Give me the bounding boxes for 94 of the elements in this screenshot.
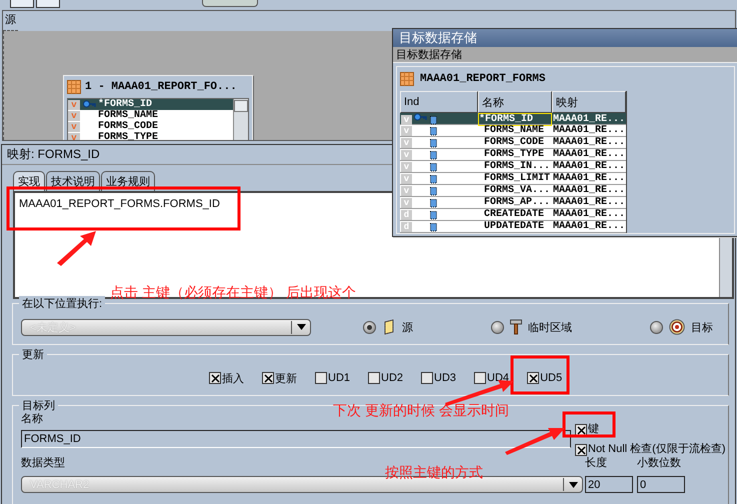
caret-icon — [296, 324, 306, 330]
table-cell: MAAA01_RE... — [552, 137, 626, 148]
cross-mark-icon — [264, 374, 272, 382]
checkbox[interactable] — [421, 372, 434, 384]
checkbox[interactable] — [209, 372, 221, 384]
radio-label: 目标 — [691, 320, 713, 334]
annotation-text: 下次 更新的时候 会显示时间 — [333, 402, 509, 420]
table-cell: *FORMS_ID — [478, 113, 552, 126]
cross-mark-icon — [576, 426, 586, 434]
scale-field[interactable]: 0 — [637, 476, 685, 493]
target-datastore-dialog[interactable] — [392, 28, 737, 237]
panel-title: 映射: FORMS_ID — [7, 146, 100, 163]
radio-button[interactable] — [363, 320, 376, 334]
datastore-icon — [382, 319, 396, 335]
cross-mark-icon — [576, 446, 586, 454]
datastore-title: 1 - MAAA01_REPORT_FO... — [85, 81, 237, 93]
cross-mark-icon — [210, 374, 220, 382]
group-label: 在以下位置执行: — [19, 296, 106, 311]
group-label: 更新 — [19, 347, 47, 362]
group-label: 目标列 — [19, 398, 58, 413]
column-header[interactable]: Ind — [400, 91, 478, 113]
table-cell-text: FORMS_LIMIT — [483, 173, 552, 184]
column-header[interactable]: 映射 — [552, 91, 626, 113]
highlight-box — [510, 356, 570, 394]
table-icon — [400, 72, 414, 86]
key-icon — [414, 113, 427, 122]
length-field[interactable]: 20 — [585, 476, 633, 493]
highlight-box — [562, 412, 616, 438]
table-cell-text: FORMS_TYPE — [483, 149, 546, 160]
checkbox[interactable] — [368, 372, 380, 384]
source-datastore-window[interactable]: 1 - MAAA01_REPORT_FO... v *FORMS_ID v FORMS_NAME v FORMS_CODE v FORMS_TYPE — [63, 75, 253, 140]
checkbox[interactable] — [262, 372, 274, 384]
table-cell: MAAA01_RE... — [552, 161, 626, 172]
radio-button[interactable] — [491, 320, 504, 334]
field-label: 长度 — [585, 456, 607, 470]
table-cell: MAAA01_RE... — [552, 221, 626, 232]
datastore-title: MAAA01_REPORT_FORMS — [420, 73, 546, 85]
field-label: 数据类型 — [21, 456, 65, 470]
annotation-arrow — [505, 428, 565, 455]
annotation-arrow — [57, 231, 96, 266]
checkbox-label: UD3 — [434, 372, 456, 384]
checkbox-label: 更新 — [275, 372, 297, 386]
toolbar-button[interactable] — [202, 0, 258, 7]
column-header[interactable]: 名称 — [478, 91, 552, 113]
hammer-icon — [510, 319, 522, 335]
table-cell: MAAA01_RE... — [552, 209, 626, 220]
type-indicator: v — [68, 110, 80, 120]
radio-button[interactable] — [650, 320, 663, 334]
table-cell: MAAA01_RE... — [552, 125, 626, 136]
key-icon — [82, 100, 96, 109]
radio-label: 临时区域 — [528, 320, 572, 334]
checkbox-label: 键 — [588, 422, 599, 436]
table-cell: MAAA01_RE... — [552, 173, 626, 184]
column-row[interactable]: v FORMS_CODE — [68, 121, 233, 132]
table-cell-text: FORMS_IN... — [483, 161, 552, 172]
type-indicator: v — [68, 132, 80, 140]
checkbox-label: 插入 — [222, 372, 244, 386]
table-cell-text: CREATEDATE — [483, 209, 546, 220]
table-cell-text: UPDATEDATE — [483, 221, 546, 232]
annotation-text: 点击 主键（必须存在主键） 后出现这个 — [110, 284, 356, 302]
column-row[interactable]: v *FORMS_ID — [68, 99, 233, 110]
window-title: 目标数据存储 — [399, 29, 477, 47]
field-label: 小数位数 — [637, 456, 681, 470]
name-field[interactable]: FORMS_ID — [21, 430, 571, 448]
checkbox[interactable] — [575, 424, 587, 436]
target-icon — [669, 319, 685, 335]
window-subtitle: 目标数据存储 — [396, 48, 462, 62]
cross-mark-icon — [528, 374, 538, 382]
table-icon — [67, 80, 81, 94]
table-cell-text: MAAA01_RE... — [552, 113, 626, 125]
checkbox[interactable] — [315, 372, 327, 384]
checkbox-label: Not Null 检查(仅限于流检查) — [588, 442, 726, 456]
checkbox-label: UD5 — [540, 372, 562, 384]
checkbox[interactable] — [474, 372, 486, 384]
table-cell: MAAA01_RE... — [552, 149, 626, 160]
table-cell: MAAA01_RE... — [552, 197, 626, 208]
checkbox-label: UD2 — [381, 372, 404, 384]
caret-icon — [568, 482, 578, 488]
type-indicator: v — [68, 100, 80, 110]
radio-label: 源 — [402, 320, 413, 334]
checkbox[interactable] — [575, 444, 587, 456]
checkbox-label: UD4 — [487, 372, 510, 384]
toolbar-button[interactable] — [10, 0, 34, 8]
table-cell-text: FORMS_NAME — [483, 125, 546, 136]
checkbox[interactable] — [527, 372, 540, 384]
table-cell-text: FORMS_AP... — [483, 197, 552, 208]
scrollbar[interactable] — [233, 99, 248, 140]
type-indicator: v — [68, 122, 80, 132]
toolbar-button[interactable] — [36, 0, 60, 8]
column-row[interactable]: v FORMS_TYPE — [68, 132, 233, 140]
column-row[interactable]: v FORMS_NAME — [68, 110, 233, 121]
checkbox-label: UD1 — [328, 372, 350, 384]
table-cell-text: FORMS_CODE — [483, 137, 546, 148]
field-label: 名称 — [21, 412, 43, 426]
